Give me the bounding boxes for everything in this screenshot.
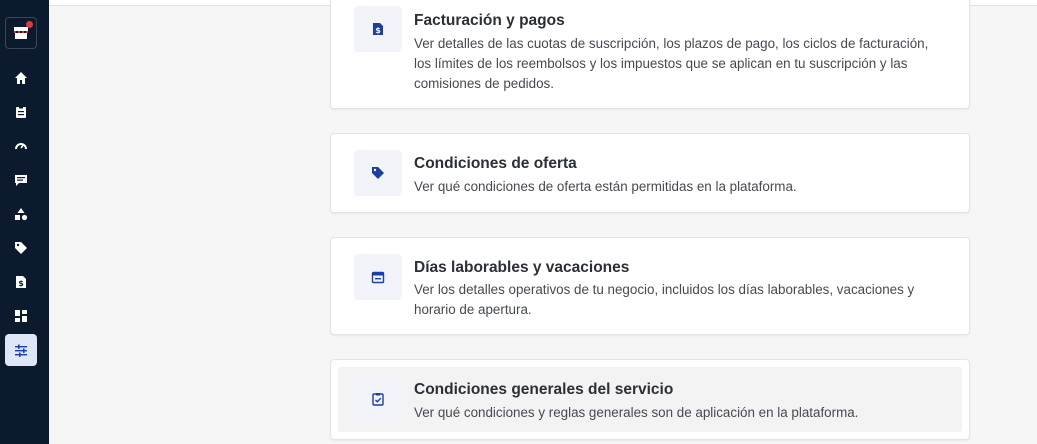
svg-text:$: $ bbox=[375, 26, 381, 35]
sidebar: $ bbox=[0, 0, 49, 444]
dashboard-icon bbox=[15, 310, 27, 322]
card-terms-of-service[interactable]: Condiciones generales del servicio Ver q… bbox=[330, 359, 970, 440]
store-button[interactable] bbox=[5, 17, 37, 49]
card-icon-box bbox=[354, 150, 402, 196]
sidebar-item-catalog[interactable] bbox=[5, 198, 37, 230]
notification-dot bbox=[26, 21, 33, 28]
card-icon-box bbox=[354, 376, 402, 422]
sidebar-item-settings[interactable] bbox=[5, 334, 37, 366]
home-icon bbox=[15, 72, 27, 84]
calendar-icon bbox=[371, 271, 385, 284]
card-description: Ver qué condiciones de oferta están perm… bbox=[414, 179, 797, 194]
chat-icon bbox=[15, 175, 27, 186]
card-working-days[interactable]: Días laborables y vacaciones Ver los det… bbox=[330, 237, 970, 335]
invoice-icon: $ bbox=[373, 23, 383, 35]
sliders-icon bbox=[15, 344, 27, 357]
card-offer-conditions[interactable]: Condiciones de oferta Ver qué condicione… bbox=[330, 133, 970, 213]
card-description: Ver qué condiciones y reglas generales s… bbox=[414, 405, 859, 420]
card-icon-box bbox=[354, 254, 402, 300]
shapes-icon bbox=[15, 208, 28, 221]
card-title: Condiciones de oferta bbox=[414, 155, 577, 172]
card-description: Ver los detalles operativos de tu negoci… bbox=[414, 282, 915, 317]
svg-text:$: $ bbox=[18, 279, 24, 288]
sidebar-item-orders[interactable] bbox=[5, 96, 37, 128]
card-icon-box: $ bbox=[354, 6, 402, 52]
store-icon bbox=[14, 27, 28, 39]
card-title: Facturación y pagos bbox=[414, 12, 565, 29]
card-title: Condiciones generales del servicio bbox=[414, 381, 674, 398]
gauge-icon bbox=[15, 143, 27, 150]
tag-icon bbox=[372, 167, 384, 179]
sidebar-item-performance[interactable] bbox=[5, 130, 37, 162]
card-billing[interactable]: $ Facturación y pagos Ver detalles de la… bbox=[330, 0, 970, 109]
clipboard-check-icon bbox=[372, 393, 384, 406]
card-title: Días laborables y vacaciones bbox=[414, 259, 630, 276]
invoice-icon: $ bbox=[16, 276, 26, 288]
sidebar-item-apps[interactable] bbox=[5, 300, 37, 332]
card-description: Ver detalles de las cuotas de suscripció… bbox=[414, 36, 929, 91]
clipboard-icon bbox=[16, 106, 26, 118]
tag-icon bbox=[15, 242, 27, 254]
sidebar-item-offers[interactable] bbox=[5, 232, 37, 264]
sidebar-item-messages[interactable] bbox=[5, 164, 37, 196]
sidebar-item-home[interactable] bbox=[5, 62, 37, 94]
sidebar-item-billing[interactable]: $ bbox=[5, 266, 37, 298]
